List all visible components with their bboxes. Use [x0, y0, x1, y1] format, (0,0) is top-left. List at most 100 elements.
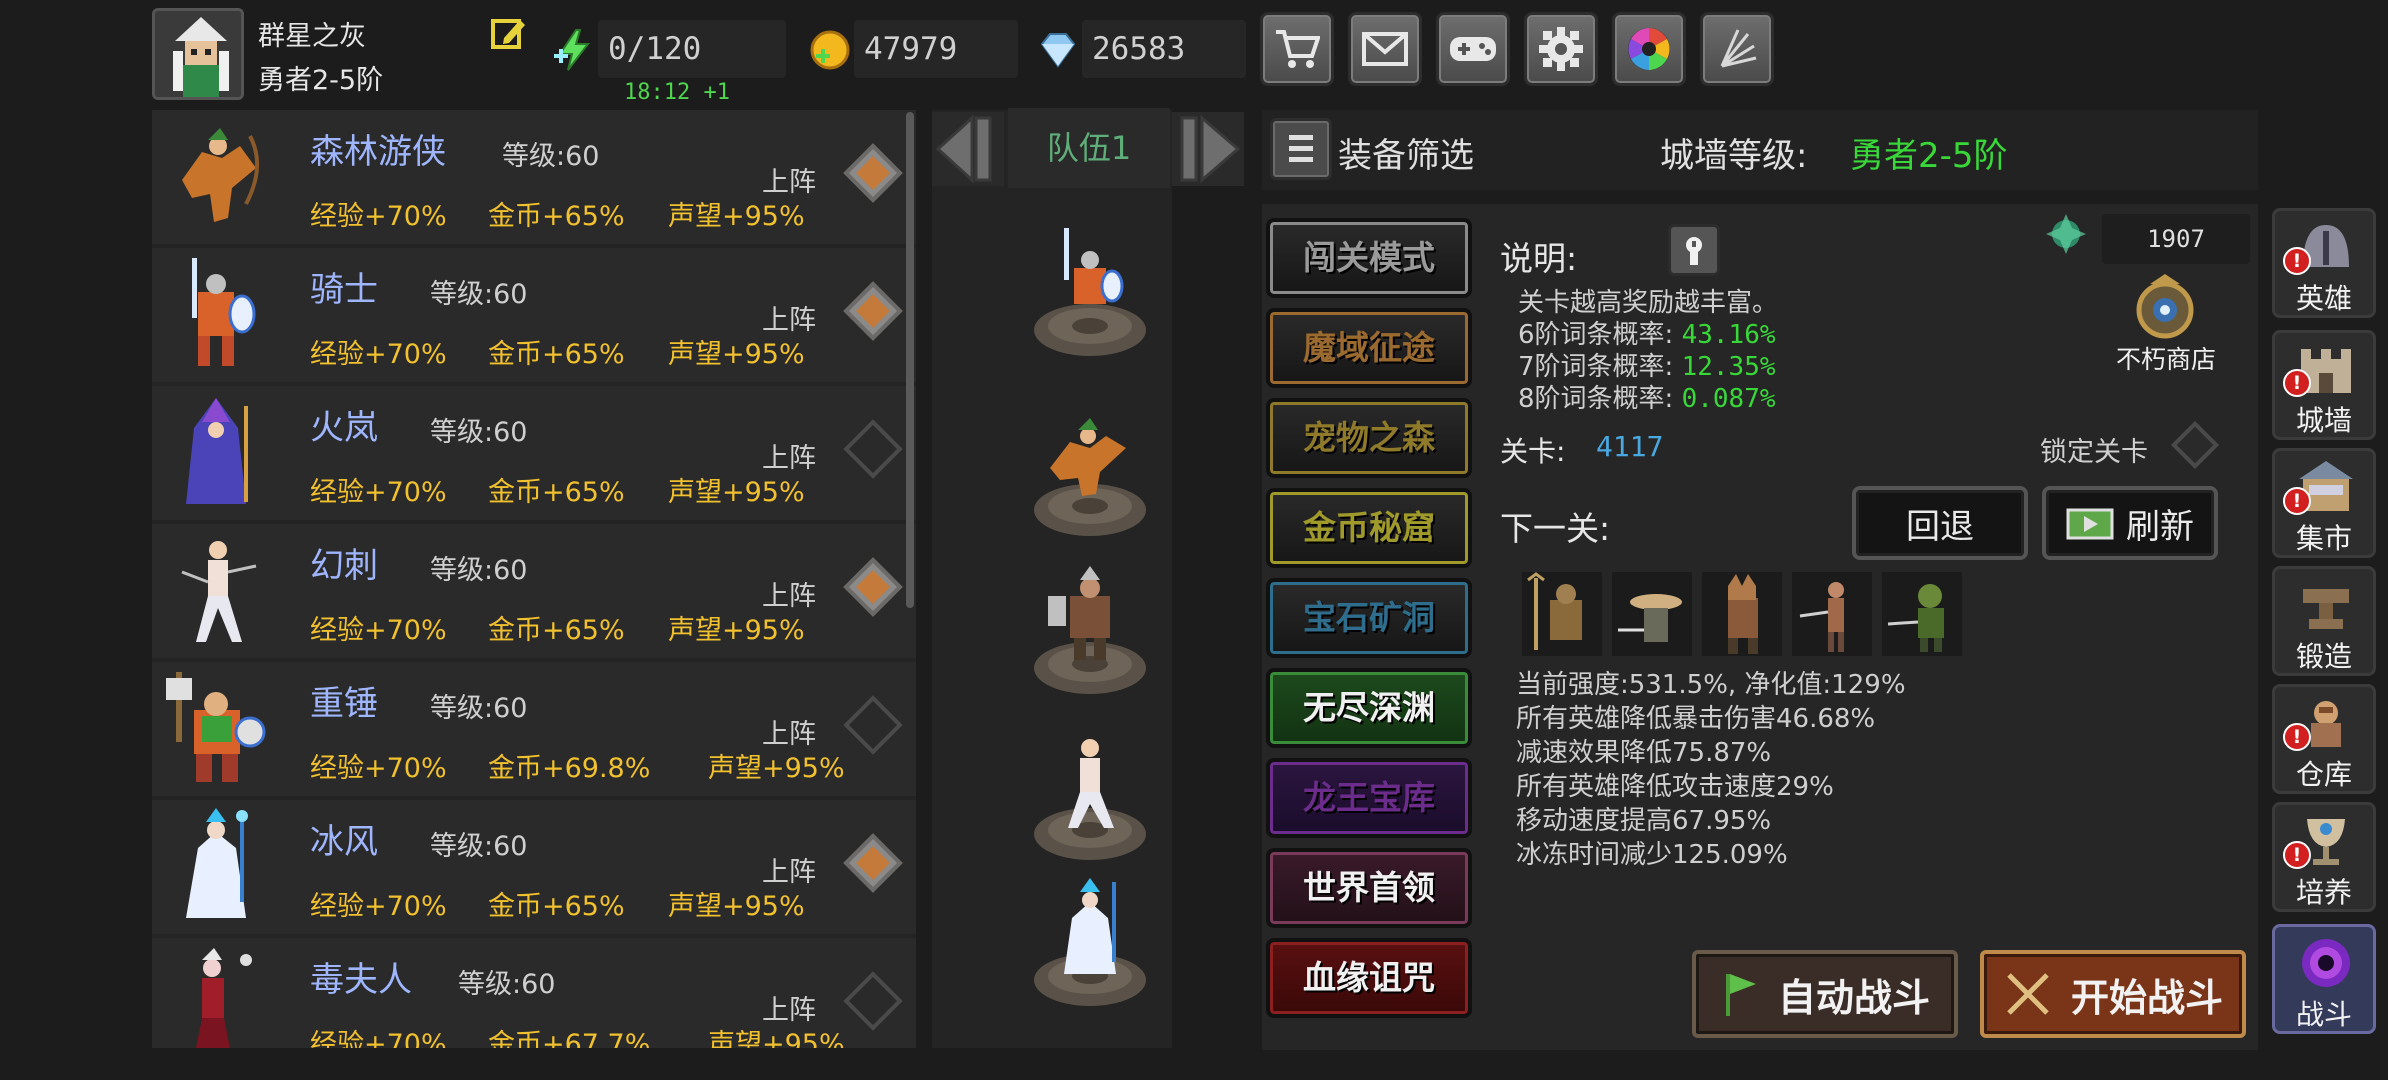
immortal-shop-icon[interactable]: [2120, 272, 2210, 342]
hero-fame-bonus: 声望+95%: [668, 477, 805, 508]
hero-gold-bonus: 金币+65%: [488, 891, 625, 922]
hero-portrait: [166, 672, 266, 782]
start-battle-button[interactable]: 开始战斗: [1980, 950, 2246, 1038]
mode-button[interactable]: 龙王宝库: [1266, 758, 1472, 838]
lock-stage-label: 锁定关卡: [2040, 437, 2148, 468]
modifier-line: 当前强度:531.5%, 净化值:129%: [1516, 670, 1906, 700]
nav-label: 战斗: [2295, 998, 2352, 1031]
hero-level: 等级:60: [458, 969, 556, 1000]
enemy-portrait: [1882, 572, 1962, 656]
team-slot[interactable]: [1030, 732, 1150, 862]
stage-label: 关卡:: [1500, 435, 1566, 468]
team-prev-icon[interactable]: [932, 112, 1004, 186]
info-button[interactable]: [1668, 224, 1720, 276]
list-item[interactable]: 火岚 等级:60 经验+70% 金币+65% 声望+95% 上阵: [152, 386, 916, 520]
hero-fame-bonus: 声望+95%: [668, 339, 805, 370]
edit-name-icon[interactable]: [490, 16, 526, 52]
nav-button[interactable]: 城墙!: [2272, 330, 2376, 440]
hero-name: 毒夫人: [310, 960, 412, 1000]
fireworks-icon: [1720, 29, 1757, 68]
team-next-icon[interactable]: [1172, 112, 1244, 186]
stamina-regen: 18:12 +1: [624, 80, 730, 105]
nav-button[interactable]: 培养!: [2272, 802, 2376, 912]
hero-deploy-label: 上阵: [762, 167, 816, 198]
mode-button[interactable]: 宝石矿洞: [1266, 578, 1472, 658]
list-item[interactable]: 毒夫人 等级:60 经验+70% 金币+67.7% 声望+95% 上阵: [152, 938, 916, 1048]
crossed-swords-icon: [2007, 973, 2049, 1015]
team-slot[interactable]: [1030, 878, 1150, 1008]
deploy-toggle[interactable]: [843, 695, 903, 755]
hero-name: 骑士: [310, 270, 378, 310]
hero-fame-bonus: 声望+95%: [668, 615, 805, 646]
hero-portrait: [182, 128, 260, 222]
list-item[interactable]: 幻刺 等级:60 经验+70% 金币+65% 声望+95% 上阵: [152, 524, 916, 658]
player-avatar[interactable]: [152, 8, 244, 100]
deploy-toggle[interactable]: [843, 971, 903, 1031]
modifier-line: 所有英雄降低暴击伤害46.68%: [1516, 704, 1876, 734]
team-slot[interactable]: [1030, 566, 1150, 696]
refresh-button[interactable]: 刷新: [2042, 486, 2218, 560]
nav-button[interactable]: 战斗: [2272, 924, 2376, 1034]
info-title: 说明:: [1500, 239, 1578, 278]
hero-level: 等级:60: [430, 831, 528, 862]
stage-modifiers: 当前强度:531.5%, 净化值:129% 所有英雄降低暴击伤害46.68% 减…: [1516, 668, 1906, 872]
auto-battle-button[interactable]: 自动战斗: [1692, 950, 1958, 1038]
modifier-line: 所有英雄降低攻击速度29%: [1516, 772, 1834, 802]
fireworks-button[interactable]: [1700, 12, 1774, 86]
list-item[interactable]: 森林游侠 等级:60 经验+70% 金币+65% 声望+95% 上阵: [152, 110, 916, 244]
mode-button[interactable]: 魔域征途: [1266, 308, 1472, 388]
shop-cart-button[interactable]: [1260, 12, 1334, 86]
info-icon: [1686, 237, 1702, 265]
settings-button[interactable]: [1524, 12, 1598, 86]
equipment-filter-label[interactable]: 装备筛选: [1338, 128, 1474, 177]
deploy-toggle[interactable]: [843, 419, 903, 479]
mode-button[interactable]: 无尽深渊: [1266, 668, 1472, 748]
hero-exp-bonus: 经验+70%: [310, 891, 447, 922]
hero-deploy-label: 上阵: [762, 305, 816, 336]
hero-name: 火岚: [310, 408, 378, 448]
team-slot[interactable]: [1030, 408, 1150, 538]
hero-gold-bonus: 金币+69.8%: [488, 753, 651, 784]
color-wheel-button[interactable]: [1612, 12, 1686, 86]
list-item[interactable]: 冰风 等级:60 经验+70% 金币+65% 声望+95% 上阵: [152, 800, 916, 934]
retreat-button[interactable]: 回退: [1852, 486, 2028, 560]
token-icon: [2046, 214, 2086, 254]
nav-label: 英雄: [2295, 282, 2352, 315]
list-item[interactable]: 重锤 等级:60 经验+70% 金币+69.8% 声望+95% 上阵: [152, 662, 916, 796]
immortal-shop-label[interactable]: 不朽商店: [2116, 340, 2216, 376]
mail-button[interactable]: [1348, 12, 1422, 86]
filter-button[interactable]: [1270, 118, 1332, 180]
rate-8: 8阶词条概率: 0.087%: [1518, 384, 1776, 414]
mode-button[interactable]: 宠物之森: [1266, 398, 1472, 478]
modifier-line: 移动速度提高67.95%: [1516, 806, 1772, 836]
hero-fame-bonus: 声望+95%: [668, 891, 805, 922]
deploy-toggle[interactable]: [843, 143, 903, 203]
list-item[interactable]: 骑士 等级:60 经验+70% 金币+65% 声望+95% 上阵: [152, 248, 916, 382]
nav-button[interactable]: 集市!: [2272, 448, 2376, 558]
mode-button[interactable]: 世界首领: [1266, 848, 1472, 928]
hero-exp-bonus: 经验+70%: [310, 1029, 447, 1048]
hero-deploy-label: 上阵: [762, 857, 816, 888]
deploy-toggle[interactable]: [843, 833, 903, 893]
player-name: 群星之灰: [258, 21, 366, 52]
nav-button[interactable]: 锻造: [2272, 566, 2376, 676]
stage-value: 4117: [1596, 430, 1664, 463]
team-slot[interactable]: [1030, 228, 1150, 358]
nav-button[interactable]: 英雄!: [2272, 208, 2376, 318]
nav-label: 培养: [2295, 876, 2352, 909]
nav-button[interactable]: 仓库!: [2272, 684, 2376, 794]
deploy-toggle[interactable]: [843, 281, 903, 341]
mode-button[interactable]: 金币秘窟: [1266, 488, 1472, 568]
enemy-portrait: [1702, 572, 1782, 656]
modifier-line: 减速效果降低75.87%: [1516, 738, 1772, 768]
hero-list-scrollbar[interactable]: [906, 112, 914, 608]
info-description: 关卡越高奖励越丰富。: [1518, 288, 1779, 318]
enemy-portrait: [1612, 572, 1692, 656]
gold-coin-icon: [808, 28, 852, 72]
mode-button[interactable]: 血缘诅咒: [1266, 938, 1472, 1018]
mode-button[interactable]: 闯关模式: [1266, 218, 1472, 298]
hero-list[interactable]: 森林游侠 等级:60 经验+70% 金币+65% 声望+95% 上阵 骑士 等级…: [152, 110, 916, 1048]
deploy-toggle[interactable]: [843, 557, 903, 617]
gamepad-button[interactable]: [1436, 12, 1510, 86]
hero-exp-bonus: 经验+70%: [310, 477, 447, 508]
